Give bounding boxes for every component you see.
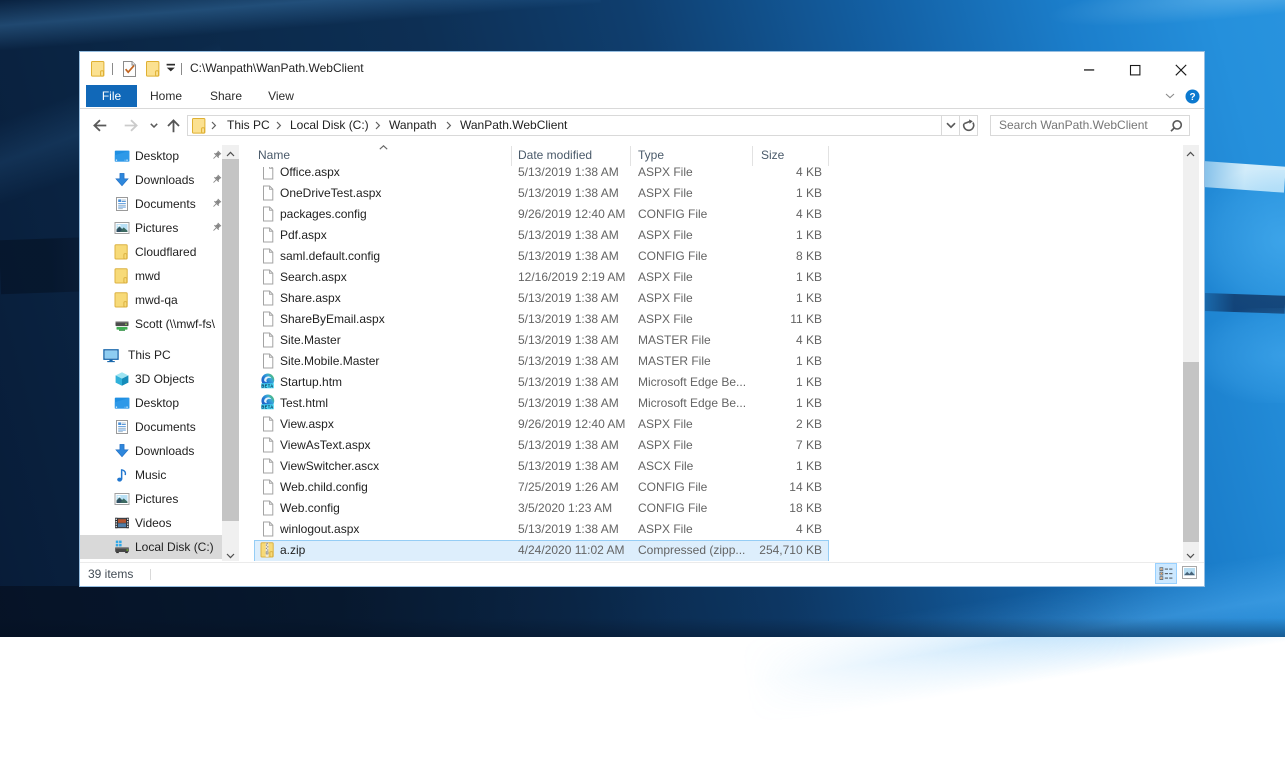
svg-text:BETA: BETA — [261, 404, 273, 409]
svg-text:BETA: BETA — [261, 383, 273, 388]
